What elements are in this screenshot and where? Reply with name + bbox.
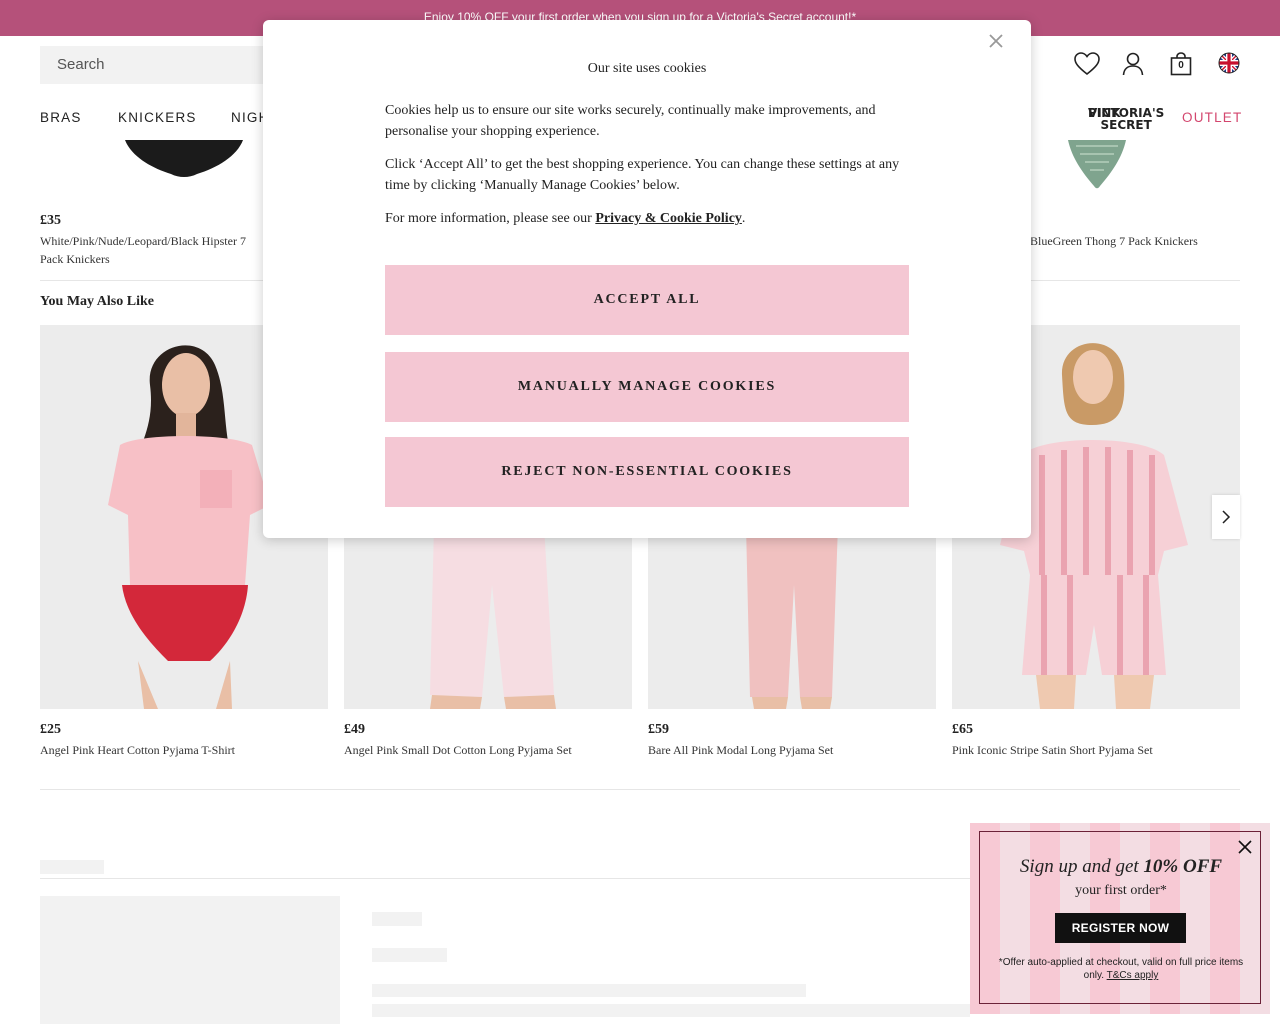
signup-heading: Sign up and get 10% OFF xyxy=(980,856,1262,878)
signup-promo-frame: Sign up and get 10% OFF your first order… xyxy=(979,831,1261,1004)
product-name[interactable]: Bare All Pink Modal Long Pyjama Set xyxy=(648,741,833,759)
privacy-policy-link[interactable]: Privacy & Cookie Policy xyxy=(595,211,742,226)
reject-cookies-button[interactable]: REJECT NON-ESSENTIAL COOKIES xyxy=(385,437,909,507)
terms-link[interactable]: T&Cs apply xyxy=(1107,970,1159,981)
black-knickers-image[interactable] xyxy=(125,140,243,182)
product-price: £35 xyxy=(40,213,61,228)
pink-logo-line2: PINK xyxy=(1088,106,1121,120)
carousel-next-button[interactable] xyxy=(1212,495,1240,539)
modal-paragraph: For more information, please see our Pri… xyxy=(385,208,915,229)
section-divider xyxy=(40,789,1240,790)
signup-close-button[interactable] xyxy=(1238,840,1252,854)
account-icon[interactable] xyxy=(1122,52,1148,78)
nav-item-outlet[interactable]: OUTLET xyxy=(1182,110,1242,125)
modal-paragraph: Click ‘Accept All’ to get the best shopp… xyxy=(385,157,900,193)
header-icons: 0 xyxy=(1074,52,1244,78)
heart-icon[interactable] xyxy=(1074,52,1100,78)
product-name[interactable]: Angel Pink Small Dot Cotton Long Pyjama … xyxy=(344,741,572,759)
product-price: £25 xyxy=(40,722,61,737)
chevron-right-icon xyxy=(1222,510,1231,524)
close-icon xyxy=(989,34,1003,48)
signup-fine-print: *Offer auto-applied at checkout, valid o… xyxy=(988,956,1254,982)
product-name[interactable]: White/Pink/Nude/Leopard/Black Hipster 7 … xyxy=(40,232,272,268)
signup-heading-offer: 10% OFF xyxy=(1143,856,1223,877)
product-price: £49 xyxy=(344,722,365,737)
skeleton-placeholder xyxy=(40,860,104,874)
cookie-consent-modal: Our site uses cookies Cookies help us to… xyxy=(263,20,1031,538)
product-name[interactable]: BlueGreen Thong 7 Pack Knickers xyxy=(1030,232,1240,250)
bag-count: 0 xyxy=(1178,60,1184,71)
product-name[interactable]: Angel Pink Heart Cotton Pyjama T-Shirt xyxy=(40,741,235,759)
skeleton-placeholder xyxy=(372,948,447,962)
signup-promo-popup: Sign up and get 10% OFF your first order… xyxy=(970,823,1270,1014)
uk-flag-icon[interactable] xyxy=(1218,52,1244,78)
close-icon xyxy=(1238,840,1252,854)
skeleton-placeholder xyxy=(372,912,422,926)
product-price: £59 xyxy=(648,722,669,737)
product-price: £65 xyxy=(952,722,973,737)
signup-heading-prefix: Sign up and get xyxy=(1019,856,1144,877)
skeleton-placeholder xyxy=(372,984,806,997)
product-name[interactable]: Pink Iconic Stripe Satin Short Pyjama Se… xyxy=(952,741,1153,759)
nav-item-pink-logo[interactable]: VICTORIA'S SECRET PINK xyxy=(1032,105,1164,131)
modal-paragraph: Cookies help us to ensure our site works… xyxy=(385,103,876,139)
skeleton-placeholder xyxy=(40,896,340,1024)
policy-prefix: For more information, please see our xyxy=(385,211,596,226)
nav-item-bras[interactable]: BRAS xyxy=(40,110,82,125)
manage-cookies-button[interactable]: MANUALLY MANAGE COOKIES xyxy=(385,352,909,422)
register-now-button[interactable]: REGISTER NOW xyxy=(1055,913,1186,943)
green-thong-image[interactable] xyxy=(1068,140,1126,190)
modal-title: Our site uses cookies xyxy=(587,61,707,76)
skeleton-placeholder xyxy=(372,1004,970,1017)
accept-all-button[interactable]: ACCEPT ALL xyxy=(385,265,909,335)
nav-item-knickers[interactable]: KNICKERS xyxy=(118,110,197,125)
bag-icon[interactable]: 0 xyxy=(1170,52,1196,78)
section-title: You May Also Like xyxy=(40,294,154,309)
close-button[interactable] xyxy=(989,34,1007,52)
policy-suffix: . xyxy=(741,211,746,226)
signup-subheading: your first order* xyxy=(1075,883,1167,898)
